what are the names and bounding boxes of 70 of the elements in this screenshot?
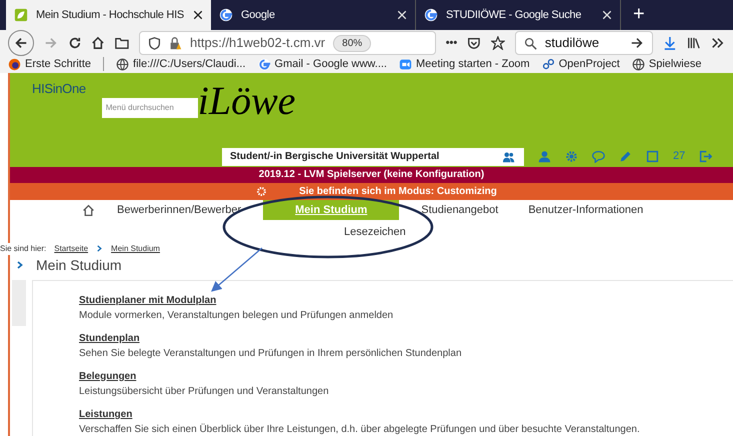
tab-title: Mein Studium - Hochschule HIS — [36, 8, 185, 23]
nav-tab[interactable]: Bewerberinnen/Bewerber — [109, 200, 250, 220]
lock-warning-icon — [169, 36, 182, 50]
bookmark[interactable]: OpenProject — [542, 56, 620, 72]
star-icon[interactable] — [491, 36, 505, 50]
pocket-icon[interactable] — [467, 36, 482, 50]
users-icon — [502, 150, 516, 162]
mode-text: Sie befinden sich im Modus: Customizing — [299, 184, 497, 198]
globe-icon — [632, 58, 645, 71]
breadcrumb-link[interactable]: Mein Studium — [111, 242, 160, 254]
search-text: studilöwe — [544, 34, 600, 52]
bookmarks-link[interactable]: Lesezeichen — [344, 224, 406, 238]
url-text: https://h1web02-t.cm.vr — [190, 34, 326, 52]
entry-description: Verschaffen Sie sich einen Überblick über Ihre Leistungen, d.h. über abgelegte Prüfungen und über besuchte Veranstaltungen. — [79, 422, 641, 436]
address-bar[interactable]: https://h1web02-t.cm.vr 80% — [139, 31, 436, 55]
tab-title: STUDIIÖWE - Google Suche — [446, 8, 582, 23]
chevron-icon — [96, 245, 104, 252]
annotation-arrow — [211, 248, 262, 292]
firefox-icon — [8, 58, 21, 71]
new-tab-button[interactable]: + — [621, 0, 657, 30]
breadcrumb-label: Sie sind hier: — [0, 242, 46, 254]
role-field[interactable]: Student/-in Bergische Universität Wuppertal — [222, 148, 524, 166]
globe-icon — [116, 58, 130, 71]
entry-description: Module vormerken, Veranstaltungen belegen und Prüfungen anmelden — [79, 308, 394, 322]
library-icon[interactable] — [687, 36, 702, 50]
menu-search-field[interactable]: Menü durchsuchen — [102, 98, 198, 118]
leaf-icon — [14, 8, 28, 22]
bookmark[interactable]: file:///C:/Users/Claudi... — [116, 56, 246, 72]
reload-icon[interactable] — [68, 36, 82, 50]
bookmark[interactable]: Gmail - Google www.... — [258, 56, 387, 72]
entry-link[interactable]: Stundenplan — [79, 330, 140, 346]
tab-title: Google — [241, 8, 276, 23]
bookmark[interactable]: Spielwiese — [632, 56, 702, 72]
nav-tab[interactable]: Studienangebot — [413, 200, 506, 220]
chevrons-icon[interactable] — [711, 36, 725, 50]
entry-description: Sehen Sie belegte Veranstaltungen und Prüfungen in Ihrem persönlichen Stundenplan — [79, 346, 463, 360]
page-actions-button[interactable]: ••• — [446, 34, 458, 52]
browser-tab[interactable]: Mein Studium - Hochschule HIS — [6, 0, 211, 30]
bookmark[interactable]: Erste Schritte — [8, 56, 92, 72]
google-icon — [219, 8, 233, 22]
nodes-icon — [542, 58, 555, 71]
search-field[interactable]: studilöwe — [514, 31, 654, 55]
video-icon — [399, 58, 412, 71]
role-text: Student/-in Bergische Universität Wuppertal — [230, 150, 440, 164]
logo-text: iLöwe — [198, 80, 296, 120]
entry-link[interactable]: Studienplaner mit Modulplan — [79, 292, 216, 308]
shield-icon — [148, 36, 162, 50]
entry-description: Leistungsübersicht über Prüfungen und Veranstaltungen — [79, 384, 330, 398]
chevron-icon[interactable] — [16, 261, 24, 269]
download-icon[interactable] — [663, 36, 678, 50]
folder-icon[interactable] — [115, 36, 130, 50]
zoom-level[interactable]: 80% — [333, 34, 372, 52]
entry-link[interactable]: Leistungen — [79, 406, 132, 422]
nav-tab[interactable]: Benutzer-Informationen — [520, 200, 652, 220]
server-banner: 2019.12 - LVM Spielserver (keine Konfiguration) — [10, 166, 733, 182]
close-icon[interactable] — [193, 10, 203, 20]
breadcrumb-link[interactable]: Startseite — [54, 242, 88, 254]
home-icon[interactable] — [91, 36, 106, 50]
back-arrow-icon — [14, 36, 28, 50]
google-icon — [258, 58, 271, 71]
google-icon — [424, 8, 438, 22]
brand-text: HISinOne — [32, 80, 86, 98]
home-icon[interactable] — [82, 204, 95, 216]
count-text: 27 — [673, 149, 686, 164]
search-icon — [524, 36, 537, 50]
gear-icon — [256, 186, 268, 196]
page-heading: Mein Studium — [36, 256, 122, 274]
bookmark[interactable]: Meeting starten - Zoom — [399, 56, 530, 72]
arrow-right-icon[interactable] — [630, 36, 644, 50]
entry-link[interactable]: Belegungen — [79, 368, 136, 384]
